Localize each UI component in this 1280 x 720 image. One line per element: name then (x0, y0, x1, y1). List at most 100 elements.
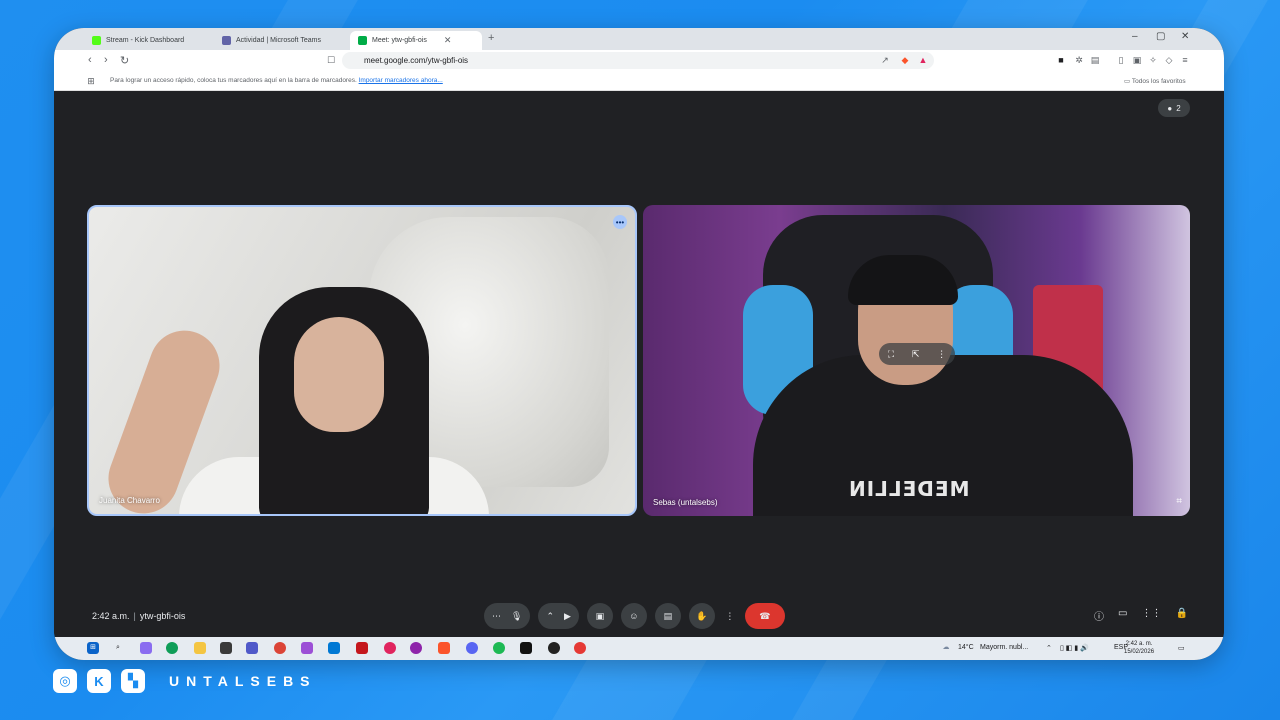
weather-icon[interactable]: ☁ (940, 642, 952, 654)
chrome-icon[interactable] (274, 642, 286, 654)
windows-start-icon[interactable]: ⊞ (87, 642, 99, 654)
activities-icon[interactable]: ⋮⋮ (1141, 608, 1161, 623)
tray-chevron-icon[interactable]: ⌃ (1046, 644, 1052, 652)
tab-label: Stream - Kick Dashboard (106, 37, 185, 44)
meeting-info: 2:42 a.m. | ytw-gbfi-ois (92, 611, 186, 621)
all-bookmarks-label: Todos los favoritos (1131, 78, 1186, 85)
maximize-button[interactable]: ▢ (1156, 31, 1165, 42)
more-vert-icon: ⋮ (725, 610, 735, 621)
tab-microsoft-teams[interactable]: Actividad | Microsoft Teams (214, 31, 348, 50)
reactions-button[interactable]: ☺ (620, 603, 647, 629)
spotify-icon[interactable] (493, 642, 505, 654)
meet-icon (358, 36, 367, 45)
url-text: meet.google.com/ytw-gbfi-ois (364, 56, 469, 65)
notification-icon[interactable]: ▭ (1178, 644, 1185, 652)
store-icon[interactable] (220, 642, 232, 654)
tiktok-icon[interactable] (520, 642, 532, 654)
host-controls-icon[interactable]: 🔒 (1175, 608, 1187, 623)
camera-icon[interactable]: ▶ (564, 611, 571, 622)
vpn-icon[interactable]: ◇ (1164, 55, 1174, 65)
search-icon[interactable]: ⌕ (112, 642, 124, 654)
present-screen-icon: ▣ (595, 610, 605, 621)
address-bar[interactable]: meet.google.com/ytw-gbfi-ois (342, 52, 934, 69)
brave-shield-icon[interactable]: ◆ (900, 55, 910, 65)
clock-time: 2:42 a. m. (1125, 641, 1153, 647)
video-hair (848, 255, 958, 305)
microphone-icon[interactable]: 🎙 (511, 611, 522, 622)
new-tab-button[interactable]: + (488, 32, 494, 44)
participants-badge[interactable]: ● 2 (1158, 99, 1190, 117)
obs-icon[interactable] (384, 642, 396, 654)
more-audio-icon[interactable]: ⋯ (492, 611, 501, 622)
brave-rewards-icon[interactable]: ▲ (918, 55, 928, 65)
file-explorer-icon[interactable] (194, 642, 206, 654)
edge-icon[interactable] (166, 642, 178, 654)
mic-control[interactable]: ⋯ 🎙 (484, 603, 531, 629)
all-bookmarks-button[interactable]: ▭ Todos los favoritos (1124, 77, 1186, 85)
chat-icon[interactable]: ▭ (1118, 608, 1127, 623)
reload-icon[interactable]: ↻ (120, 54, 129, 67)
tray-icons[interactable]: ▯ ◧ ▮ 🔊 (1060, 644, 1089, 652)
circle-app-icon[interactable] (410, 642, 422, 654)
extension-icon[interactable]: ■ (1056, 55, 1066, 65)
video-face (294, 317, 384, 432)
brave-icon[interactable] (438, 642, 450, 654)
tab-label: Meet: ytw-gbfi-ois (372, 37, 427, 44)
tile-more-options-icon[interactable]: ••• (613, 215, 627, 229)
discord-icon[interactable] (466, 642, 478, 654)
close-tab-icon[interactable]: ✕ (444, 35, 452, 46)
bookmarks-hint: Para lograr un acceso rápido, coloca tus… (110, 77, 357, 84)
present-button[interactable]: ▣ (586, 603, 613, 629)
wallet-icon[interactable]: ▣ (1132, 55, 1142, 65)
participant-count: 2 (1176, 103, 1181, 113)
crop-icon[interactable]: ⌗ (1176, 496, 1182, 507)
pin-icon[interactable]: ⇱ (912, 349, 920, 360)
social-footer: ◎ K ▚ UNTALSEBS (53, 669, 317, 693)
kick-icon: K (87, 669, 111, 693)
tab-kick-dashboard[interactable]: Stream - Kick Dashboard (84, 31, 214, 50)
chevron-up-icon[interactable]: ⌃ (546, 611, 554, 622)
info-icon[interactable]: ⓘ (1094, 608, 1104, 623)
tab-strip: Stream - Kick Dashboard Actividad | Micr… (54, 28, 1224, 50)
tile-menu-icon[interactable]: ⋮ (937, 349, 946, 360)
teams-icon (222, 36, 231, 45)
bookmarks-message: Para lograr un acceso rápido, coloca tus… (110, 77, 443, 84)
import-bookmarks-link[interactable]: Importar marcadores ahora... (359, 77, 443, 84)
back-icon[interactable]: ‹ (88, 54, 92, 66)
participant-tile-juanita[interactable]: ••• Juanita Chavarro (87, 205, 637, 516)
leo-icon[interactable]: ✧ (1148, 55, 1158, 65)
close-window-button[interactable]: ✕ (1181, 31, 1189, 42)
tab-meet[interactable]: Meet: ytw-gbfi-ois ✕ (350, 31, 482, 50)
participant-tile-sebas[interactable]: MEDELLIN ⛶ ⇱ ⋮ ⌗ Sebas (untalsebs) (643, 205, 1190, 516)
system-clock[interactable]: 2:42 a. m. 15/02/2026 (1124, 640, 1154, 656)
reader-icon[interactable]: ▤ (1090, 55, 1100, 65)
outlook-icon[interactable] (328, 642, 340, 654)
hand-icon: ✋ (696, 610, 708, 621)
minimize-button[interactable]: – (1132, 31, 1138, 42)
participant-name: Juanita Chavarro (99, 496, 160, 505)
call-controls: ⋯ 🎙 ⌃ ▶ ▣ ☺ ▤ ✋ ⋮ ☎ (484, 603, 785, 629)
end-call-button[interactable]: ☎ (744, 603, 785, 629)
capture-app-icon[interactable] (548, 642, 560, 654)
sidebar-icon[interactable]: ▯ (1116, 55, 1126, 65)
record-app-icon[interactable] (574, 642, 586, 654)
raise-hand-button[interactable]: ✋ (688, 603, 715, 629)
more-options-button[interactable]: ⋮ (723, 603, 737, 629)
captions-button[interactable]: ▤ (654, 603, 681, 629)
forward-icon[interactable]: › (104, 54, 108, 66)
tab-label: Actividad | Microsoft Teams (236, 37, 321, 44)
menu-icon[interactable]: ≡ (1180, 55, 1190, 65)
red-app-icon[interactable] (356, 642, 368, 654)
bookmark-icon[interactable]: ☐ (326, 55, 336, 65)
bookmarks-bar: ⊞ Para lograr un acceso rápido, coloca t… (54, 72, 1224, 91)
meet-stage: ● 2 ••• Juanita Chavarro MEDELLIN ⛶ ⇱ ⋮ … (54, 91, 1224, 637)
share-icon[interactable]: ↗ (880, 55, 890, 65)
teams-app-icon[interactable] (246, 642, 258, 654)
copilot-icon[interactable] (140, 642, 152, 654)
puzzle-icon[interactable]: ✲ (1074, 55, 1084, 65)
photos-icon[interactable] (301, 642, 313, 654)
captions-icon: ▤ (663, 610, 673, 621)
frame-icon[interactable]: ⛶ (888, 349, 894, 360)
camera-control[interactable]: ⌃ ▶ (538, 603, 579, 629)
apps-grid-icon[interactable]: ⊞ (86, 76, 96, 86)
